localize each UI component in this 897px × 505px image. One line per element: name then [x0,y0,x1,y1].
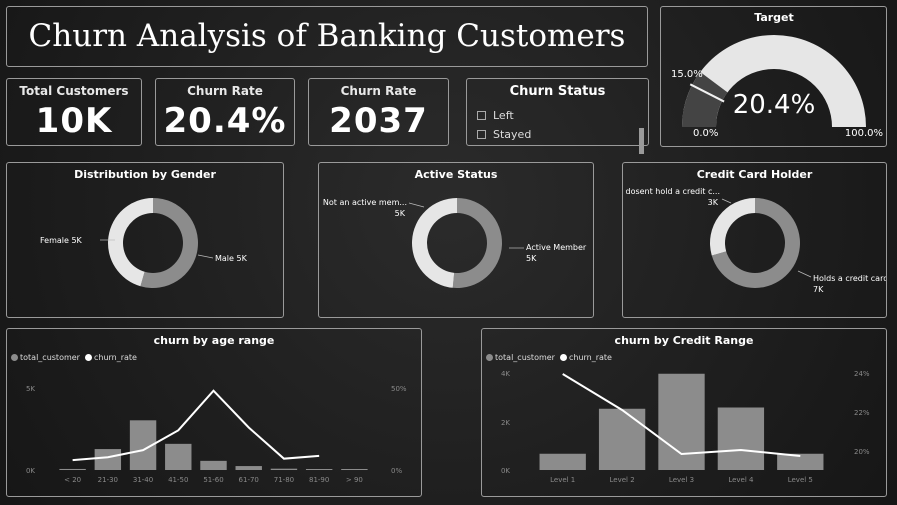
leader-line [408,202,425,208]
y-tick-label: 0K [26,467,35,475]
y2-tick-label: 20% [854,448,870,456]
leader-line [721,198,732,204]
churn-by-credit-chart: 4K 2K 0K 24% 22% 20% Level 1 Level 2 Level 3 Leve… [501,370,870,484]
y-tick-label: 0K [501,467,510,475]
bar[interactable] [165,443,192,470]
y2-tick-label: 0% [391,467,402,475]
slicer-title: Churn Status [509,84,606,99]
donut-slice-a[interactable] [411,198,457,288]
kpi-label: Churn Rate [340,84,417,98]
bar[interactable] [94,449,122,470]
x-tick-label: 81-90 [309,476,329,484]
bar[interactable] [235,466,262,470]
y2-tick-label: 50% [391,385,407,393]
donut-label-card: Holds a credit card [813,274,886,283]
x-tick-label: 61-70 [239,476,259,484]
target-gauge: Target 20.4% 15.0% 0.0% 100.0% [671,11,883,139]
x-tick-label: 71-80 [274,476,294,484]
bar[interactable] [598,408,646,470]
bar[interactable] [59,468,86,470]
y-tick-label: 5K [26,385,35,393]
x-tick-label: Level 5 [788,476,813,484]
leader-line [197,254,214,259]
y-tick-label: 4K [501,370,510,378]
donut-label-active: Active Member [526,243,587,252]
page-title: Churn Analysis of Banking Customers [28,18,626,54]
kpi-value: 10K [35,101,113,141]
bar[interactable] [777,453,824,470]
leader-line [797,270,812,278]
checkbox-icon[interactable] [477,111,486,120]
bar[interactable] [305,469,333,470]
churn-by-credit-card[interactable]: churn by Credit Range total_customer chu… [481,328,887,497]
churn-status-slicer[interactable]: Churn Status Left Stayed [466,78,649,154]
title-card: Churn Analysis of Banking Customers [6,6,648,67]
y2-tick-label: 22% [854,409,870,417]
donut-label-inactive: Not an active mem... [323,198,407,207]
churn-by-age-chart: 5K 0K 50% 0% < 20 21-30 31-40 41-50 51-60 61-70 71… [26,385,407,484]
y2-tick-label: 24% [854,370,870,378]
bar[interactable] [717,407,765,471]
gauge-max-label: 100.0% [845,128,883,139]
active-status-donut: Not an active mem... 5K Active Member 5K [323,198,587,288]
bar[interactable] [539,453,586,470]
donut-slices [411,198,502,288]
x-tick-label: 41-50 [168,476,188,484]
credit-card-donut-card[interactable]: Credit Card Holder dosent hold a credit … [622,162,887,318]
checkbox-icon[interactable] [477,130,486,139]
donut-value-active: 5K [526,254,537,263]
kpi-label: Churn Rate [187,84,263,98]
churn-by-age-card[interactable]: churn by age range total_customer churn_… [6,328,422,497]
x-tick-label: Level 3 [669,476,694,484]
gauge-target-label: 15.0% [671,69,703,80]
kpi-churn-rate[interactable]: Churn Rate 20.4% [155,78,295,146]
active-status-donut-card[interactable]: Active Status Not an active mem... 5K Ac… [318,162,594,318]
bar[interactable] [658,373,705,470]
donut-value-no-card: 3K [708,198,719,207]
gauge-min-label: 0.0% [693,128,718,139]
slicer-option-label: Left [493,109,514,122]
x-tick-label: Level 1 [550,476,575,484]
slicer-scrollbar[interactable] [639,128,644,154]
gauge-value: 20.4% [733,90,816,120]
bar[interactable] [341,469,368,470]
donut-value-inactive: 5K [395,209,406,218]
donut-label-male: Male 5K [215,254,248,263]
kpi-label: Total Customers [19,84,129,98]
kpi-total-customers[interactable]: Total Customers 10K [6,78,142,146]
y-tick-label: 2K [501,419,510,427]
donut-slice-b[interactable] [452,198,502,288]
target-gauge-card[interactable]: Target 20.4% 15.0% 0.0% 100.0% [660,6,887,147]
x-tick-label: > 90 [346,476,363,484]
donut-label-female: Female 5K [40,236,83,245]
x-tick-label: Level 2 [610,476,635,484]
gender-donut-card[interactable]: Distribution by Gender Female 5K Male 5K [6,162,284,318]
donut-label-no-card: dosent hold a credit c... [625,187,720,196]
gender-donut: Female 5K Male 5K [40,198,248,288]
credit-card-donut: dosent hold a credit c... 3K Holds a cre… [625,187,886,294]
x-tick-label: Level 4 [728,476,754,484]
slicer-option-left[interactable]: Left [477,109,514,122]
x-tick-label: 21-30 [98,476,118,484]
x-tick-label: 51-60 [203,476,223,484]
bar[interactable] [200,460,227,470]
gauge-title: Target [754,11,794,24]
donut-slices [710,198,800,288]
kpi-churn-count[interactable]: Churn Rate 2037 [308,78,449,146]
x-tick-label: < 20 [64,476,81,484]
bar[interactable] [270,468,298,470]
x-tick-label: 31-40 [133,476,153,484]
kpi-value: 20.4% [163,101,287,141]
donut-value-card: 7K [813,285,824,294]
donut-slices [107,198,198,288]
slicer-option-stayed[interactable]: Stayed [477,128,531,141]
slicer-option-label: Stayed [493,128,532,141]
kpi-value: 2037 [329,101,428,141]
